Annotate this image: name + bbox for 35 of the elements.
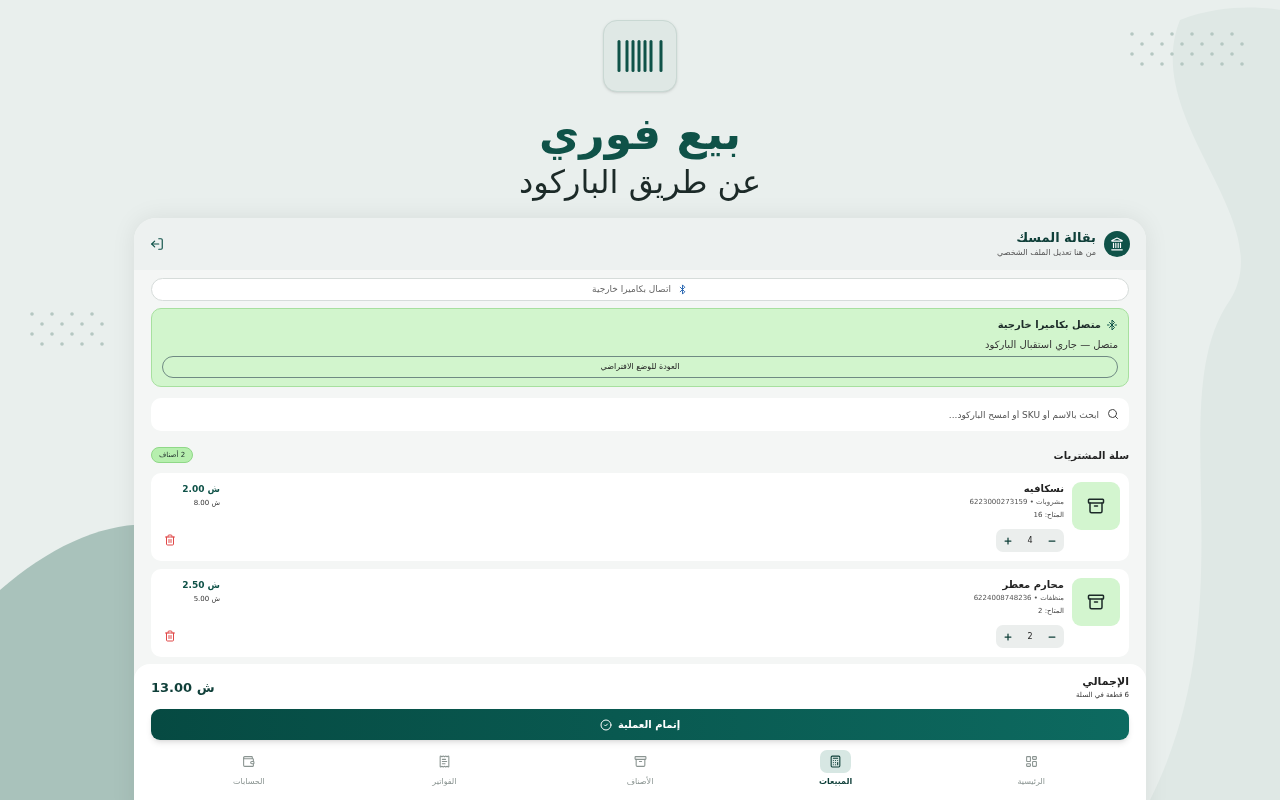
nav-tab[interactable]: الأصناف — [542, 750, 738, 788]
delete-icon[interactable] — [164, 630, 176, 642]
plus-icon[interactable] — [1003, 535, 1014, 546]
product-name: نسكافيه — [1022, 482, 1064, 496]
barcode-app-icon — [603, 20, 677, 92]
unit-price: 2.00 ش — [182, 483, 220, 496]
total-amount: 13.00 ش — [151, 678, 215, 697]
hero-subtitle: عن طريق الباركود — [519, 162, 761, 202]
quantity-value: 2 — [1027, 630, 1033, 643]
nav-tab[interactable]: الرئيسية — [933, 750, 1129, 788]
archive-icon — [1072, 578, 1120, 626]
bluetooth-icon — [1106, 318, 1118, 331]
connect-camera-button[interactable]: اتصال بكاميرا خارجية — [151, 278, 1129, 301]
archive-icon — [1072, 482, 1120, 530]
connection-title: متصل بكاميرا خارجية — [997, 318, 1101, 332]
nav-tab[interactable]: المبيعات — [737, 750, 934, 788]
unit-price: 2.50 ش — [182, 579, 220, 592]
nav-tab[interactable]: الحسابات — [151, 750, 347, 788]
logout-icon[interactable] — [150, 237, 164, 251]
total-label: الإجمالي — [1081, 674, 1129, 689]
search-icon — [1107, 408, 1119, 420]
nav-tab[interactable]: الفواتير — [346, 750, 543, 788]
bank-icon — [1104, 231, 1130, 257]
checkout-button[interactable]: إتمام العملية — [151, 709, 1129, 740]
calculator-icon — [820, 750, 852, 773]
product-name: محارم معطر — [1001, 578, 1064, 592]
quantity-value: 4 — [1027, 534, 1033, 547]
cart-title: سلة المشتريات — [1053, 448, 1129, 463]
hero-title: بيع فوري — [539, 107, 741, 162]
connection-status: متصل — جاري استقبال الباركود — [984, 338, 1118, 352]
store-name[interactable]: بقالة المسك — [997, 229, 1096, 247]
plus-icon[interactable] — [1003, 631, 1014, 642]
profile-hint: من هنا تعديل الملف الشخصي — [997, 247, 1096, 259]
delete-icon[interactable] — [164, 534, 176, 546]
check-circle-icon — [599, 718, 612, 731]
